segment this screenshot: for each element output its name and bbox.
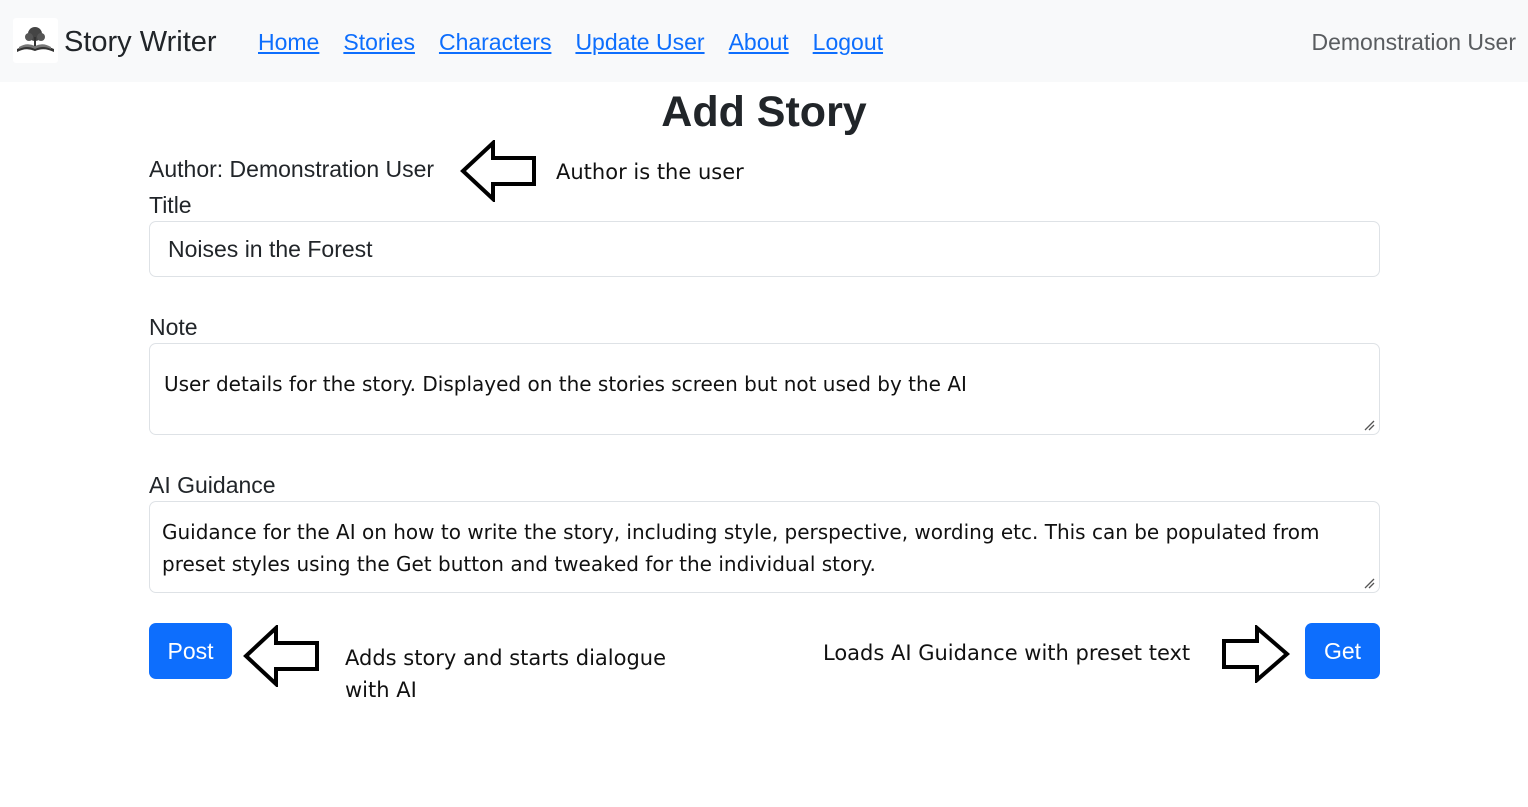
- post-button[interactable]: Post: [149, 623, 232, 679]
- annotation-post-line1: Adds story and starts dialogue: [345, 646, 667, 670]
- note-text: User details for the story. Displayed on…: [164, 372, 967, 396]
- nav-links: Home Stories Characters Update User Abou…: [258, 26, 883, 58]
- ai-guidance-textarea[interactable]: Guidance for the AI on how to write the …: [149, 501, 1380, 593]
- current-user-name: Demonstration User: [1311, 29, 1516, 55]
- nav-link-characters[interactable]: Characters: [439, 26, 551, 58]
- get-button[interactable]: Get: [1305, 623, 1380, 679]
- title-label: Title: [149, 192, 192, 218]
- annotation-author: Author is the user: [556, 160, 744, 184]
- brand-name[interactable]: Story Writer: [64, 24, 217, 60]
- nav-link-update-user[interactable]: Update User: [575, 26, 704, 58]
- resize-grip-icon[interactable]: [1363, 419, 1375, 431]
- navbar: Story Writer Home Stories Characters Upd…: [0, 0, 1528, 82]
- title-input[interactable]: [149, 221, 1380, 277]
- resize-grip-icon[interactable]: [1363, 577, 1375, 589]
- annotation-post: Adds story and starts dialogue with AI: [345, 642, 666, 706]
- arrow-left-icon: [460, 140, 536, 202]
- nav-link-about[interactable]: About: [729, 26, 789, 58]
- ai-guidance-label: AI Guidance: [149, 472, 276, 498]
- annotation-post-line2: with AI: [345, 678, 417, 702]
- note-label: Note: [149, 314, 198, 340]
- nav-link-stories[interactable]: Stories: [343, 26, 415, 58]
- open-book-tree-icon[interactable]: [13, 18, 58, 63]
- arrow-left-icon: [243, 625, 319, 687]
- nav-link-logout[interactable]: Logout: [813, 26, 883, 58]
- author-line: Author: Demonstration User: [149, 156, 435, 182]
- arrow-right-icon: [1222, 625, 1290, 683]
- note-textarea[interactable]: User details for the story. Displayed on…: [149, 343, 1380, 435]
- page-title: Add Story: [661, 88, 867, 136]
- nav-link-home[interactable]: Home: [258, 26, 319, 58]
- annotation-get: Loads AI Guidance with preset text: [823, 641, 1191, 665]
- ai-guidance-text: Guidance for the AI on how to write the …: [162, 520, 1320, 576]
